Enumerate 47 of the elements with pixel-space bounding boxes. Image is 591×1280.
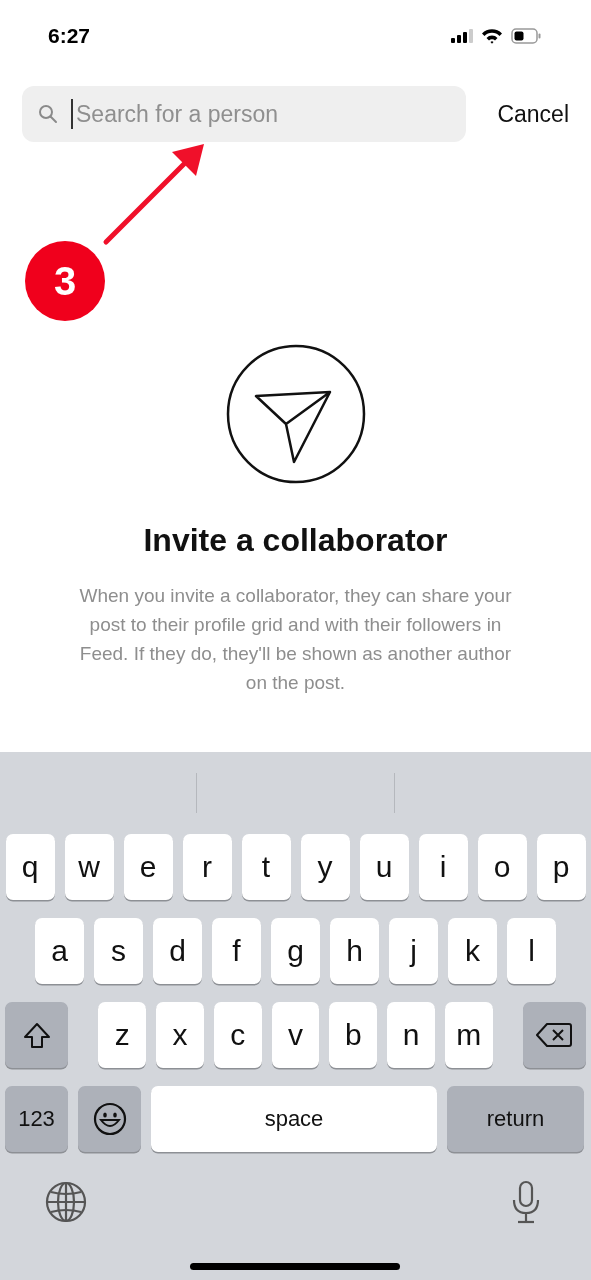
keyboard-key[interactable]: r [182,834,232,900]
keyboard-key[interactable]: x [156,1002,204,1068]
keyboard-key[interactable]: j [389,918,438,984]
keyboard-key[interactable]: q [5,834,55,900]
emoji-key[interactable] [78,1086,141,1152]
invite-title: Invite a collaborator [143,522,448,559]
keyboard-key[interactable]: w [64,834,114,900]
keyboard-key[interactable]: n [387,1002,435,1068]
signal-icon [451,29,473,43]
keyboard-key[interactable]: v [271,1002,320,1068]
smiley-icon [92,1102,127,1136]
step-badge: 3 [25,241,105,321]
space-key[interactable]: space [151,1086,437,1152]
keyboard-key[interactable]: o [477,834,527,900]
keyboard-key[interactable]: s [94,918,143,984]
keyboard-key[interactable]: t [241,834,291,900]
keyboard-key[interactable]: p [536,834,586,900]
backspace-icon [536,1022,573,1048]
cancel-button[interactable]: Cancel [497,96,569,132]
paper-plane-icon [225,344,366,484]
globe-icon[interactable] [44,1180,88,1224]
keyboard-key[interactable]: l [507,918,556,984]
wifi-icon [481,28,503,44]
keyboard-key[interactable]: u [359,834,409,900]
keyboard-key[interactable]: h [330,918,379,984]
keyboard-key[interactable]: z [98,1002,147,1068]
keyboard-key[interactable]: g [271,918,320,984]
numbers-key[interactable]: 123 [5,1086,68,1152]
invite-description: When you invite a collaborator, they can share your post to their profile grid and with their followers in Feed. If they do, they'll be shown as another author on the post. [78,584,513,695]
keyboard-key[interactable]: c [213,1002,262,1068]
keyboard-key[interactable]: m [444,1002,493,1068]
keyboard-key[interactable]: k [448,918,497,984]
keyboard-key[interactable]: d [153,918,202,984]
shift-icon [21,1020,52,1050]
keyboard-key[interactable]: e [123,834,173,900]
shift-key[interactable] [5,1002,69,1068]
search-field[interactable]: Search for a person [22,86,466,142]
keyboard-key[interactable]: i [418,834,468,900]
battery-icon [511,28,541,44]
keyboard-key[interactable]: f [212,918,261,984]
keyboard-key[interactable]: b [329,1002,378,1068]
keyboard-key[interactable]: a [35,918,84,984]
delete-key[interactable] [522,1002,586,1068]
status-time: 6:27 [48,24,91,48]
keyboard-key[interactable]: y [300,834,350,900]
microphone-icon[interactable] [511,1180,541,1224]
return-key[interactable]: return [447,1086,584,1152]
